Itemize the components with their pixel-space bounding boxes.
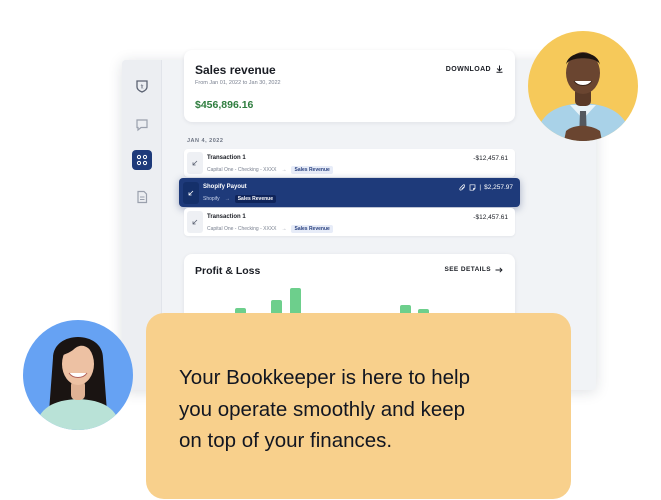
- arrow-right-icon: [495, 266, 503, 273]
- transaction-account: Capital One - Checking - XXXX: [207, 167, 277, 173]
- chat-icon[interactable]: [132, 115, 152, 135]
- bookkeeper-banner: Your Bookkeeper is here to help you oper…: [146, 313, 571, 499]
- banner-text-line: you operate smoothly and keep: [179, 398, 466, 421]
- transaction-direction-icon: [183, 182, 199, 204]
- transaction-meta: Capital One - Checking - XXXX → Sales Re…: [207, 225, 333, 233]
- svg-text:ft: ft: [141, 85, 144, 91]
- transaction-direction-icon: [187, 152, 203, 174]
- sales-date-range: From Jan 01, 2022 to Jan 30, 2022: [195, 80, 281, 86]
- category-tag[interactable]: Sales Revenue: [234, 195, 276, 203]
- transaction-meta: Capital One - Checking - XXXX → Sales Re…: [207, 166, 333, 174]
- category-tag[interactable]: Sales Revenue: [291, 166, 333, 174]
- transaction-account: Shopify: [203, 196, 220, 202]
- accounts-icon[interactable]: [132, 150, 152, 170]
- transaction-amount: $2,257.97: [484, 184, 513, 191]
- transactions-date-label: JAN 4, 2022: [187, 138, 224, 144]
- arrow-icon: →: [224, 196, 230, 202]
- transaction-meta: Shopify → Sales Revenue: [203, 195, 276, 203]
- sales-revenue-card: Sales revenue From Jan 01, 2022 to Jan 3…: [184, 50, 515, 122]
- bookkeeper-man-avatar: [528, 31, 638, 141]
- transaction-name: Transaction 1: [207, 214, 246, 220]
- sales-revenue-title: Sales revenue: [195, 63, 276, 77]
- banner-text-line: on top of your finances.: [179, 429, 393, 452]
- download-icon: [496, 65, 503, 73]
- arrow-icon: →: [281, 226, 287, 232]
- amount-separator: |: [479, 184, 482, 191]
- profit-loss-title: Profit & Loss: [195, 265, 261, 277]
- receipt-icon[interactable]: [469, 184, 476, 191]
- arrow-icon: →: [281, 167, 287, 173]
- download-button[interactable]: DOWNLOAD: [446, 65, 503, 73]
- transaction-name: Transaction 1: [207, 155, 246, 161]
- transaction-direction-icon: [187, 211, 203, 233]
- transaction-row-selected[interactable]: Shopify Payout Shopify → Sales Revenue |…: [179, 178, 520, 207]
- transaction-row[interactable]: Transaction 1 Capital One - Checking - X…: [184, 208, 515, 236]
- transaction-account: Capital One - Checking - XXXX: [207, 226, 277, 232]
- transaction-amount: -$12,457.61: [473, 214, 508, 221]
- category-tag[interactable]: Sales Revenue: [291, 225, 333, 233]
- transaction-amount-group: | $2,257.97: [459, 184, 513, 191]
- sales-revenue-amount: $456,896.16: [195, 99, 254, 111]
- transaction-amount: -$12,457.61: [473, 155, 508, 162]
- see-details-label: SEE DETAILS: [444, 266, 491, 273]
- document-icon[interactable]: [132, 187, 152, 207]
- download-label: DOWNLOAD: [445, 65, 491, 73]
- banner-text-line: Your Bookkeeper is here to help: [179, 366, 470, 389]
- shield-icon[interactable]: ft: [132, 76, 152, 96]
- transaction-name: Shopify Payout: [203, 184, 247, 190]
- transaction-row[interactable]: Transaction 1 Capital One - Checking - X…: [184, 149, 515, 177]
- see-details-link[interactable]: SEE DETAILS: [444, 266, 503, 273]
- bookkeeper-woman-avatar: [23, 320, 133, 430]
- attachment-icon[interactable]: [459, 184, 466, 191]
